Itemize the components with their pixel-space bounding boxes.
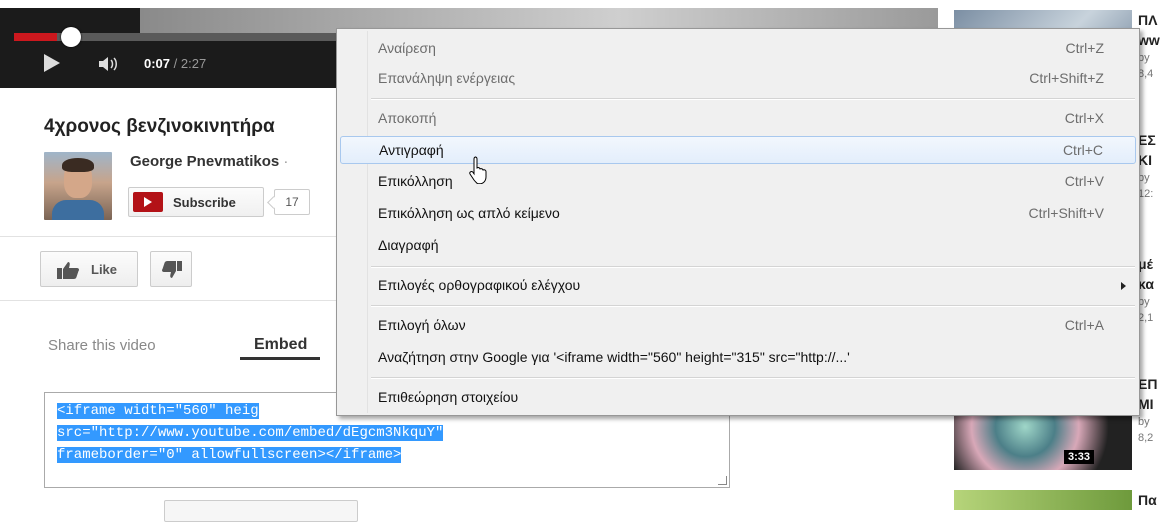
tab-share-this-video[interactable]: Share this video [48, 337, 156, 354]
menu-item-label: Αναζήτηση στην Google για '<iframe width… [378, 349, 850, 365]
avatar-hair [62, 158, 94, 172]
related-title-line: ΚΙ [1138, 152, 1152, 168]
youtube-play-icon [133, 192, 163, 212]
play-icon[interactable] [44, 54, 60, 72]
video-thumbnail[interactable] [954, 490, 1132, 510]
menu-item-search-google[interactable]: Αναζήτηση στην Google για '<iframe width… [340, 344, 1136, 372]
avatar-shirt [52, 200, 104, 220]
menu-separator [371, 377, 1135, 379]
related-views: 2,1 [1138, 312, 1154, 324]
menu-item-label: Επιθεώρηση στοιχείου [378, 389, 519, 405]
related-meta: by [1138, 172, 1150, 184]
context-menu: Αναίρεση Ctrl+Z Επανάληψη ενέργειας Ctrl+S… [336, 28, 1140, 416]
menu-item-label: Επικόλληση [378, 173, 453, 189]
embed-code-line: frameborder="0" allowfullscreen></iframe… [57, 447, 402, 463]
thumbs-down-icon [162, 261, 182, 278]
related-title-line: κα [1138, 276, 1154, 292]
menu-item-label: Αντιγραφή [379, 142, 444, 158]
menu-separator [371, 305, 1135, 307]
video-title: 4χρονος βενζινοκινητήρα [44, 116, 275, 137]
menu-item-select-all[interactable]: Επιλογή όλων Ctrl+A [340, 312, 1136, 340]
embed-tab-underline [240, 357, 320, 360]
menu-item-shortcut: Ctrl+Shift+V [1028, 205, 1104, 221]
resize-grip-icon[interactable] [718, 476, 727, 485]
thumbs-up-icon [57, 262, 79, 279]
channel-avatar[interactable] [44, 152, 112, 220]
embed-code-line: src="http://www.youtube.com/embed/dEgcm3… [57, 425, 444, 441]
menu-separator [371, 266, 1135, 268]
menu-item-paste[interactable]: Επικόλληση Ctrl+V [340, 168, 1136, 196]
menu-separator [371, 98, 1135, 100]
related-meta: by [1138, 52, 1150, 64]
submenu-arrow-icon [1121, 282, 1126, 290]
menu-item-delete[interactable]: Διαγραφή [340, 232, 1136, 260]
related-title-line: ΠΛ [1138, 12, 1158, 28]
menu-item-paste-plain[interactable]: Επικόλληση ως απλό κείμενο Ctrl+Shift+V [340, 200, 1136, 228]
related-meta: by [1138, 296, 1150, 308]
tab-embed[interactable]: Embed [254, 336, 307, 354]
related-views: 8,4 [1138, 68, 1154, 80]
related-title-line: ΕΣ [1138, 132, 1156, 148]
menu-item-copy[interactable]: Αντιγραφή Ctrl+C [340, 136, 1136, 164]
embed-code-line: <iframe width="560" heig [57, 403, 259, 419]
related-title-line: Πα [1138, 492, 1157, 508]
menu-item-label: Επικόλληση ως απλό κείμενο [378, 205, 560, 221]
volume-icon[interactable] [98, 56, 118, 72]
related-title-line: μέ [1138, 256, 1153, 272]
video-duration: 3:33 [1063, 450, 1094, 464]
progress-fill [14, 33, 57, 41]
dislike-button[interactable] [150, 251, 192, 287]
related-title-line: ΜΙ [1138, 396, 1154, 412]
menu-item-label: Αναίρεση [378, 40, 436, 56]
related-meta: by [1138, 416, 1150, 428]
like-button[interactable]: Like [40, 251, 138, 287]
embed-options-button[interactable] [164, 500, 358, 522]
menu-item-shortcut: Ctrl+A [1064, 317, 1104, 333]
related-views: 8,2 [1138, 432, 1154, 444]
menu-item-label: Αποκοπή [378, 110, 437, 126]
subscriber-count: 17 [274, 189, 310, 215]
subscribe-button[interactable]: Subscribe [128, 187, 264, 217]
time-display: 0:07 / 2:27 [144, 56, 206, 71]
menu-item-label: Επανάληψη ενέργειας [378, 70, 516, 86]
subscribe-label: Subscribe [173, 195, 236, 210]
channel-name-row: George Pnevmatikos · [130, 153, 288, 170]
menu-item-spellcheck-options[interactable]: Επιλογές ορθογραφικού ελέγχου [340, 272, 1136, 300]
related-title-line: ww [1138, 32, 1160, 48]
time-total: / 2:27 [170, 56, 207, 71]
menu-item-label: Διαγραφή [378, 237, 439, 253]
channel-separator: · [279, 153, 289, 170]
like-label: Like [91, 262, 118, 277]
menu-item-shortcut: Ctrl+V [1064, 173, 1104, 189]
related-title-line: ΕΠ [1138, 376, 1158, 392]
player-top-strip [0, 0, 938, 8]
menu-item-shortcut: Ctrl+Shift+Z [1029, 70, 1104, 86]
menu-item-undo[interactable]: Αναίρεση Ctrl+Z [340, 35, 1136, 63]
related-views: 12: [1138, 188, 1154, 200]
menu-item-label: Επιλογή όλων [378, 317, 466, 333]
menu-item-shortcut: Ctrl+C [1062, 142, 1103, 158]
menu-item-shortcut: Ctrl+X [1064, 110, 1104, 126]
menu-item-cut[interactable]: Αποκοπή Ctrl+X [340, 105, 1136, 133]
time-current: 0:07 [144, 56, 171, 71]
menu-item-label: Επιλογές ορθογραφικού ελέγχου [378, 277, 581, 293]
menu-item-inspect-element[interactable]: Επιθεώρηση στοιχείου [340, 384, 1136, 412]
channel-name[interactable]: George Pnevmatikos [130, 153, 279, 170]
menu-item-shortcut: Ctrl+Z [1065, 40, 1105, 56]
mouse-cursor-icon [469, 156, 487, 184]
menu-item-redo[interactable]: Επανάληψη ενέργειας Ctrl+Shift+Z [340, 65, 1136, 93]
